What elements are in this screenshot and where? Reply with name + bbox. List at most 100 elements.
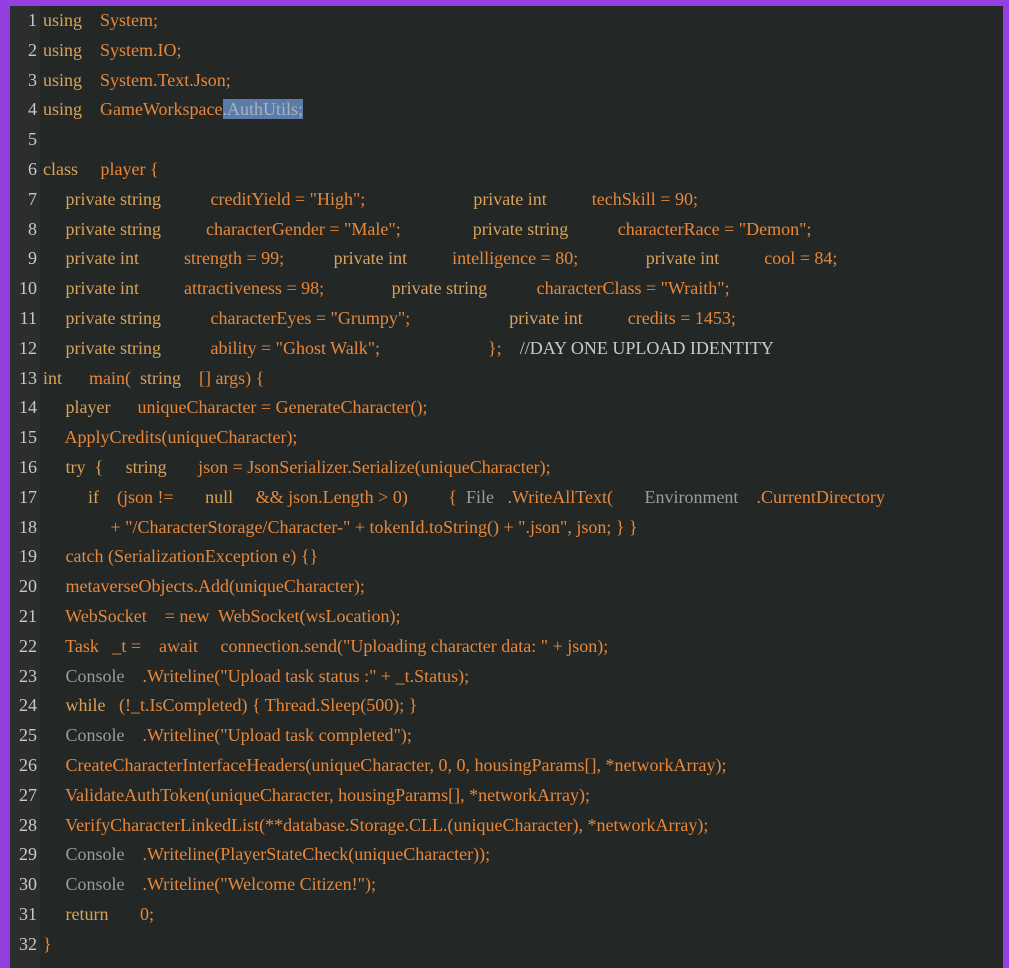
code-identifier: player { bbox=[100, 158, 159, 179]
line-number: 2 bbox=[28, 39, 37, 60]
code-line[interactable]: 30 Console .Writeline("Welcome Citizen!"… bbox=[10, 870, 1003, 900]
code-line[interactable]: 11 private string characterEyes = "Grump… bbox=[10, 304, 1003, 334]
line-content[interactable]: using GameWorkspace.AuthUtils; bbox=[43, 95, 304, 125]
code-type: File bbox=[465, 486, 508, 507]
line-content[interactable]: Task _t = await connection.send("Uploadi… bbox=[43, 632, 608, 662]
code-line[interactable]: 13 int main( string [] args) { bbox=[10, 364, 1003, 394]
line-content[interactable]: CreateCharacterInterfaceHeaders(uniqueCh… bbox=[43, 751, 727, 781]
line-content[interactable]: using System; bbox=[43, 6, 158, 36]
code-identifier: WebSocket = new WebSocket(wsLocation); bbox=[43, 605, 401, 626]
code-keyword: private string bbox=[43, 307, 211, 328]
line-number: 22 bbox=[19, 635, 37, 656]
code-line[interactable]: 29 Console .Writeline(PlayerStateCheck(u… bbox=[10, 840, 1003, 870]
code-identifier: strength = 99; bbox=[183, 248, 285, 269]
code-identifier: System.Text.Json; bbox=[100, 69, 231, 90]
line-content[interactable]: private string ability = "Ghost Walk"; }… bbox=[43, 334, 774, 364]
line-number: 28 bbox=[19, 814, 37, 835]
line-content[interactable]: Console .Writeline("Upload task complete… bbox=[43, 721, 412, 751]
line-number: 27 bbox=[19, 784, 37, 805]
line-content[interactable]: int main( string [] args) { bbox=[43, 364, 264, 394]
code-line[interactable]: 23 Console .Writeline("Upload task statu… bbox=[10, 662, 1003, 692]
code-line[interactable]: 21 WebSocket = new WebSocket(wsLocation)… bbox=[10, 602, 1003, 632]
line-content[interactable]: class player { bbox=[43, 155, 159, 185]
code-keyword: return bbox=[43, 903, 140, 924]
code-keyword: private string bbox=[43, 188, 211, 209]
code-editor[interactable]: 1 using System; 2 using System.IO; 3 using Sy… bbox=[10, 6, 1003, 968]
code-line[interactable]: 3 using System.Text.Json; bbox=[10, 66, 1003, 96]
code-line[interactable]: 27 ValidateAuthToken(uniqueCharacter, ho… bbox=[10, 781, 1003, 811]
code-identifier: metaverseObjects.Add(uniqueCharacter); bbox=[43, 576, 365, 597]
code-line[interactable]: 12 private string ability = "Ghost Walk"… bbox=[10, 334, 1003, 364]
code-identifier: ability = "Ghost Walk"; bbox=[210, 337, 381, 358]
code-line[interactable]: 16 try { string json = JsonSerializer.Se… bbox=[10, 453, 1003, 483]
code-line[interactable]: 25 Console .Writeline("Upload task compl… bbox=[10, 721, 1003, 751]
code-keyword: private string bbox=[400, 218, 618, 239]
code-line[interactable]: 22 Task _t = await connection.send("Uplo… bbox=[10, 632, 1003, 662]
code-line[interactable]: 17 if (json != null && json.Length > 0) … bbox=[10, 483, 1003, 513]
line-number: 21 bbox=[19, 605, 37, 626]
line-content[interactable]: private int strength = 99; private int i… bbox=[43, 244, 838, 274]
line-content[interactable]: player uniqueCharacter = GenerateCharact… bbox=[43, 393, 428, 423]
code-identifier: [] args) { bbox=[199, 367, 265, 388]
code-line[interactable]: 5 bbox=[10, 125, 1003, 155]
line-content[interactable]: private string characterGender = "Male";… bbox=[43, 215, 812, 245]
code-line[interactable]: 31 return 0; bbox=[10, 900, 1003, 930]
code-keyword: private string bbox=[324, 278, 537, 299]
selected-text: .AuthUtils; bbox=[222, 99, 304, 120]
line-content[interactable]: WebSocket = new WebSocket(wsLocation); bbox=[43, 602, 401, 632]
code-line[interactable]: 15 ApplyCredits(uniqueCharacter); bbox=[10, 423, 1003, 453]
code-identifier: intelligence = 80; bbox=[452, 248, 579, 269]
code-line[interactable]: 1 using System; bbox=[10, 6, 1003, 36]
line-content[interactable]: ApplyCredits(uniqueCharacter); bbox=[43, 423, 298, 453]
code-line[interactable]: 26 CreateCharacterInterfaceHeaders(uniqu… bbox=[10, 751, 1003, 781]
line-content[interactable]: using System.Text.Json; bbox=[43, 66, 231, 96]
code-keyword: string bbox=[140, 367, 200, 388]
line-content[interactable]: ValidateAuthToken(uniqueCharacter, housi… bbox=[43, 781, 590, 811]
code-line[interactable]: 8 private string characterGender = "Male… bbox=[10, 215, 1003, 245]
line-content[interactable]: } bbox=[43, 930, 52, 960]
code-line[interactable]: 28 VerifyCharacterLinkedList(**database.… bbox=[10, 811, 1003, 841]
code-keyword: private int bbox=[284, 248, 453, 269]
code-line[interactable]: 2 using System.IO; bbox=[10, 36, 1003, 66]
line-number: 5 bbox=[28, 129, 37, 150]
code-line[interactable]: 9 private int strength = 99; private int… bbox=[10, 244, 1003, 274]
code-line[interactable]: 20 metaverseObjects.Add(uniqueCharacter)… bbox=[10, 572, 1003, 602]
code-keyword: using bbox=[43, 99, 101, 120]
line-content[interactable]: Console .Writeline(PlayerStateCheck(uniq… bbox=[43, 840, 491, 870]
line-content[interactable]: Console .Writeline("Welcome Citizen!"); bbox=[43, 870, 376, 900]
code-keyword: using bbox=[43, 69, 101, 90]
code-line[interactable]: 6 class player { bbox=[10, 155, 1003, 185]
code-line[interactable]: 4 using GameWorkspace.AuthUtils; bbox=[10, 95, 1003, 125]
code-line[interactable]: 19 catch (SerializationException e) {} bbox=[10, 542, 1003, 572]
line-content[interactable]: catch (SerializationException e) {} bbox=[43, 542, 319, 572]
code-type: Console bbox=[43, 844, 143, 865]
line-content[interactable]: private string creditYield = "High"; pri… bbox=[43, 185, 698, 215]
code-line[interactable]: 24 while (!_t.IsCompleted) { Thread.Slee… bbox=[10, 691, 1003, 721]
line-content[interactable]: VerifyCharacterLinkedList(**database.Sto… bbox=[43, 811, 708, 841]
code-identifier: creditYield = "High"; bbox=[210, 188, 366, 209]
line-number: 3 bbox=[28, 69, 37, 90]
code-keyword: null bbox=[205, 486, 256, 507]
line-content[interactable]: using System.IO; bbox=[43, 36, 182, 66]
code-identifier: characterRace = "Demon"; bbox=[617, 218, 812, 239]
line-content[interactable]: while (!_t.IsCompleted) { Thread.Sleep(5… bbox=[43, 691, 418, 721]
line-content[interactable]: metaverseObjects.Add(uniqueCharacter); bbox=[43, 572, 365, 602]
code-identifier: System; bbox=[100, 10, 159, 30]
line-number: 17 bbox=[19, 486, 37, 507]
line-content[interactable]: private string characterEyes = "Grumpy";… bbox=[43, 304, 736, 334]
code-line[interactable]: 10 private int attractiveness = 98; priv… bbox=[10, 274, 1003, 304]
line-content[interactable]: private int attractiveness = 98; private… bbox=[43, 274, 730, 304]
code-line[interactable]: 14 player uniqueCharacter = GenerateChar… bbox=[10, 393, 1003, 423]
line-content[interactable]: + "/CharacterStorage/Character-" + token… bbox=[43, 513, 638, 543]
code-line[interactable]: 7 private string creditYield = "High"; p… bbox=[10, 185, 1003, 215]
line-content[interactable]: return 0; bbox=[43, 900, 155, 930]
line-content[interactable]: Console .Writeline("Upload task status :… bbox=[43, 662, 470, 692]
code-keyword: while bbox=[43, 695, 119, 716]
line-number: 9 bbox=[28, 248, 37, 269]
code-line[interactable]: 32} bbox=[10, 930, 1003, 960]
line-content[interactable]: try { string json = JsonSerializer.Seria… bbox=[43, 453, 551, 483]
line-content[interactable]: if (json != null && json.Length > 0) { F… bbox=[43, 483, 885, 513]
code-identifier: && json.Length > 0) { bbox=[255, 486, 466, 507]
code-lines[interactable]: 1 using System; 2 using System.IO; 3 using Sy… bbox=[10, 6, 1003, 960]
code-line[interactable]: 18 + "/CharacterStorage/Character-" + to… bbox=[10, 513, 1003, 543]
